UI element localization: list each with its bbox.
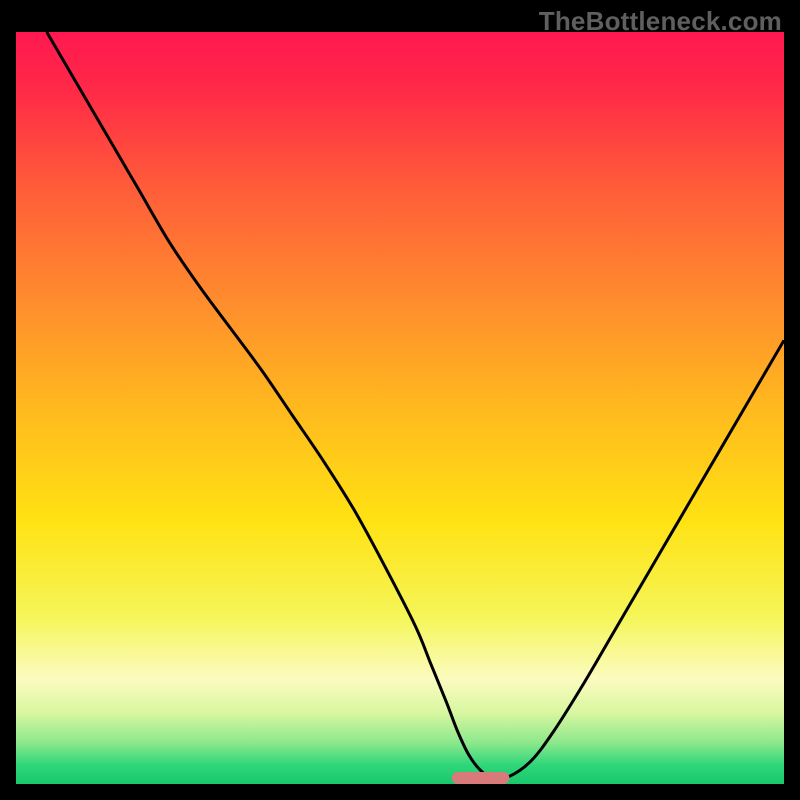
- optimal-marker: [452, 772, 510, 784]
- bottleneck-chart: [16, 32, 784, 784]
- chart-frame: [16, 32, 784, 784]
- gradient-background: [16, 32, 784, 784]
